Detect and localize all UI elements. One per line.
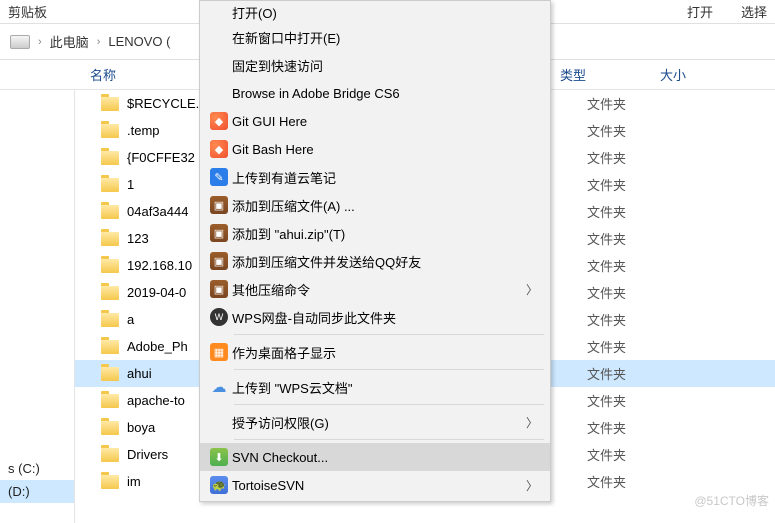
drive-c[interactable]: s (C:) xyxy=(0,457,74,480)
breadcrumb-drive[interactable]: LENOVO ( xyxy=(108,34,170,49)
column-type[interactable]: 类型 xyxy=(560,65,660,84)
file-type: 文件夹 xyxy=(587,121,626,140)
menu-item-label: 作为桌面格子显示 xyxy=(232,343,542,362)
file-type: 文件夹 xyxy=(587,94,626,113)
menu-item-label: 在新窗口中打开(E) xyxy=(232,28,542,47)
menu-item-label: TortoiseSVN xyxy=(232,478,526,493)
chevron-right-icon: 〉 xyxy=(526,281,542,298)
menu-item[interactable]: ▣添加到 "ahui.zip"(T) xyxy=(200,219,550,247)
drive-icon xyxy=(10,35,30,49)
cloud-icon: ☁ xyxy=(206,378,232,396)
open-group-label: 打开 xyxy=(687,2,713,21)
column-size[interactable]: 大小 xyxy=(660,65,686,84)
folder-icon xyxy=(101,394,119,408)
chevron-right-icon[interactable]: › xyxy=(97,36,101,48)
menu-item-label: Browse in Adobe Bridge CS6 xyxy=(232,86,542,101)
menu-separator xyxy=(234,439,544,440)
folder-icon xyxy=(101,232,119,246)
git-icon: ◆ xyxy=(206,140,232,158)
file-type: 文件夹 xyxy=(587,472,626,491)
folder-icon xyxy=(101,421,119,435)
rar-icon: ▣ xyxy=(206,224,232,242)
menu-item-label: WPS网盘-自动同步此文件夹 xyxy=(232,308,542,327)
folder-icon xyxy=(101,367,119,381)
file-type: 文件夹 xyxy=(587,229,626,248)
menu-item-label: 添加到压缩文件(A) ... xyxy=(232,196,542,215)
menu-item-label: 上传到有道云笔记 xyxy=(232,168,542,187)
nav-tree: s (C:) (D:) xyxy=(0,90,75,523)
menu-item[interactable]: 固定到快速访问 xyxy=(200,51,550,79)
breadcrumb-this-pc[interactable]: 此电脑 xyxy=(50,32,89,51)
folder-icon xyxy=(101,340,119,354)
menu-separator xyxy=(234,404,544,405)
menu-item-label: 其他压缩命令 xyxy=(232,280,526,299)
drive-d[interactable]: (D:) xyxy=(0,480,74,503)
menu-item-label: 添加到压缩文件并发送给QQ好友 xyxy=(232,252,542,271)
rar-icon: ▣ xyxy=(206,252,232,270)
tort-icon: 🐢 xyxy=(206,476,232,494)
menu-separator xyxy=(234,369,544,370)
chevron-right-icon[interactable]: › xyxy=(38,36,42,48)
menu-item-label: 固定到快速访问 xyxy=(232,56,542,75)
wps-icon: W xyxy=(206,308,232,326)
menu-item-label: SVN Checkout... xyxy=(232,450,542,465)
file-type: 文件夹 xyxy=(587,202,626,221)
file-type: 文件夹 xyxy=(587,175,626,194)
file-type: 文件夹 xyxy=(587,391,626,410)
folder-icon xyxy=(101,97,119,111)
folder-icon xyxy=(101,259,119,273)
file-type: 文件夹 xyxy=(587,148,626,167)
file-type: 文件夹 xyxy=(587,418,626,437)
menu-separator xyxy=(234,334,544,335)
menu-item-label: 授予访问权限(G) xyxy=(232,413,526,432)
menu-item[interactable]: ⬇SVN Checkout... xyxy=(200,443,550,471)
menu-item[interactable]: WWPS网盘-自动同步此文件夹 xyxy=(200,303,550,331)
git-icon: ◆ xyxy=(206,112,232,130)
menu-item[interactable]: ◆Git Bash Here xyxy=(200,135,550,163)
menu-item-label: 上传到 "WPS云文档" xyxy=(232,378,542,397)
folder-icon xyxy=(101,124,119,138)
folder-icon xyxy=(101,313,119,327)
select-group-label: 选择 xyxy=(741,2,767,21)
chevron-right-icon: 〉 xyxy=(526,477,542,494)
menu-item[interactable]: Browse in Adobe Bridge CS6 xyxy=(200,79,550,107)
menu-item[interactable]: ✎上传到有道云笔记 xyxy=(200,163,550,191)
menu-item-label: Git Bash Here xyxy=(232,142,542,157)
folder-icon xyxy=(101,151,119,165)
ribbon-right-group: 打开 选择 xyxy=(687,2,767,21)
menu-item[interactable]: 在新窗口中打开(E) xyxy=(200,23,550,51)
file-type: 文件夹 xyxy=(587,310,626,329)
rar-icon: ▣ xyxy=(206,196,232,214)
menu-item-label: Git GUI Here xyxy=(232,114,542,129)
context-menu: 打开(O) 在新窗口中打开(E) 固定到快速访问 Browse in Adobe B… xyxy=(199,0,551,502)
file-type: 文件夹 xyxy=(587,445,626,464)
folder-icon xyxy=(101,178,119,192)
file-type: 文件夹 xyxy=(587,283,626,302)
menu-item-open-cut[interactable]: 打开(O) xyxy=(200,3,550,23)
grid-icon: ▦ xyxy=(206,343,232,361)
menu-item[interactable]: ▣添加到压缩文件并发送给QQ好友 xyxy=(200,247,550,275)
rar-icon: ▣ xyxy=(206,280,232,298)
note-icon: ✎ xyxy=(206,168,232,186)
menu-item-label: 添加到 "ahui.zip"(T) xyxy=(232,224,542,243)
folder-icon xyxy=(101,205,119,219)
folder-icon xyxy=(101,286,119,300)
menu-item[interactable]: ◆Git GUI Here xyxy=(200,107,550,135)
menu-item[interactable]: 授予访问权限(G)〉 xyxy=(200,408,550,436)
menu-item[interactable]: 🐢TortoiseSVN〉 xyxy=(200,471,550,499)
clipboard-group-label: 剪贴板 xyxy=(8,2,47,21)
menu-item[interactable]: ▦作为桌面格子显示 xyxy=(200,338,550,366)
svn-icon: ⬇ xyxy=(206,448,232,466)
menu-item[interactable]: ☁上传到 "WPS云文档" xyxy=(200,373,550,401)
file-type: 文件夹 xyxy=(587,256,626,275)
file-type: 文件夹 xyxy=(587,364,626,383)
folder-icon xyxy=(101,448,119,462)
chevron-right-icon: 〉 xyxy=(526,414,542,431)
file-type: 文件夹 xyxy=(587,337,626,356)
menu-item[interactable]: ▣添加到压缩文件(A) ... xyxy=(200,191,550,219)
menu-item[interactable]: ▣其他压缩命令〉 xyxy=(200,275,550,303)
watermark: @51CTO博客 xyxy=(694,492,769,509)
folder-icon xyxy=(101,475,119,489)
